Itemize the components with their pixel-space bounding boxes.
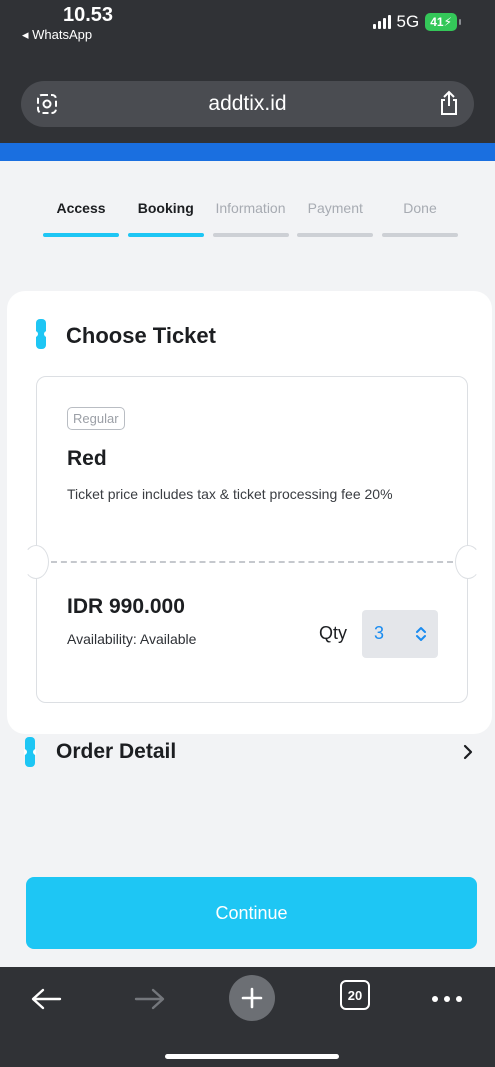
ticket-category-badge: Regular xyxy=(67,407,125,430)
ticket-description: Ticket price includes tax & ticket proce… xyxy=(67,486,393,502)
step-label: Payment xyxy=(307,200,363,216)
section-marker-icon xyxy=(35,319,47,349)
step-information: Information xyxy=(212,200,289,237)
booking-steps: Access Booking Information Payment Done xyxy=(43,200,458,237)
more-dots-icon xyxy=(432,996,462,1002)
battery-icon: 41⚡ xyxy=(425,13,461,31)
site-header-strip xyxy=(0,143,495,161)
ticket-divider xyxy=(51,561,453,563)
ticket-notch-left xyxy=(23,545,49,579)
back-to-app-link[interactable]: ◂ WhatsApp xyxy=(22,27,92,43)
arrow-right-icon xyxy=(134,988,165,1010)
step-progress-bar xyxy=(297,233,374,237)
order-detail-title: Order Detail xyxy=(56,740,177,763)
tabs-button[interactable]: 20 xyxy=(340,980,370,1010)
step-label: Access xyxy=(56,200,106,216)
choose-ticket-title: Choose Ticket xyxy=(66,323,216,348)
qty-label: Qty xyxy=(319,623,348,643)
ticket-notch-right xyxy=(455,545,481,579)
step-label: Done xyxy=(403,200,437,216)
ticket-price: IDR 990.000 xyxy=(67,595,185,618)
address-bar[interactable]: addtix.id xyxy=(21,81,474,127)
step-done: Done xyxy=(382,200,458,237)
status-time: 10.53 xyxy=(63,4,114,26)
step-progress-bar xyxy=(382,233,458,237)
choose-ticket-card: Choose Ticket Regular Red Ticket price i… xyxy=(7,291,492,734)
browser-top-bar: 10.53 ◂ WhatsApp 5G 41⚡ addtix.id xyxy=(0,0,495,143)
step-booking: Booking xyxy=(127,200,204,237)
home-indicator xyxy=(165,1054,339,1059)
step-progress-bar xyxy=(43,233,119,237)
ticket-name: Red xyxy=(67,447,107,470)
quantity-value: 3 xyxy=(374,623,385,643)
arrow-left-icon xyxy=(31,988,62,1010)
new-tab-button[interactable] xyxy=(229,975,275,1021)
share-icon[interactable] xyxy=(438,90,460,116)
battery-level: 41 xyxy=(430,15,444,29)
step-label: Information xyxy=(215,200,286,216)
step-progress-bar xyxy=(212,233,289,237)
step-label: Booking xyxy=(137,200,194,216)
ticket-card: Regular Red Ticket price includes tax & … xyxy=(23,376,481,703)
continue-button[interactable]: Continue xyxy=(26,877,477,949)
forward-button[interactable] xyxy=(132,979,168,1019)
quantity-select[interactable]: 3 xyxy=(362,610,438,658)
chevron-right-icon xyxy=(463,744,473,760)
step-payment: Payment xyxy=(297,200,374,237)
section-marker-icon xyxy=(24,737,36,767)
back-button[interactable] xyxy=(28,979,64,1019)
step-progress-bar xyxy=(127,233,204,237)
status-indicators: 5G 41⚡ xyxy=(372,12,461,32)
ticket-availability: Availability: Available xyxy=(67,631,197,647)
network-type: 5G xyxy=(396,12,420,31)
order-detail-row[interactable]: Order Detail xyxy=(0,732,495,772)
browser-bottom-toolbar: 20 xyxy=(0,967,495,1067)
signal-icon xyxy=(372,15,391,29)
plus-icon xyxy=(241,987,263,1009)
step-access: Access xyxy=(43,200,119,237)
url-text[interactable]: addtix.id xyxy=(21,92,474,116)
chevron-up-down-icon xyxy=(416,627,426,641)
more-menu-button[interactable] xyxy=(430,979,464,1019)
tabs-count: 20 xyxy=(347,987,363,1003)
